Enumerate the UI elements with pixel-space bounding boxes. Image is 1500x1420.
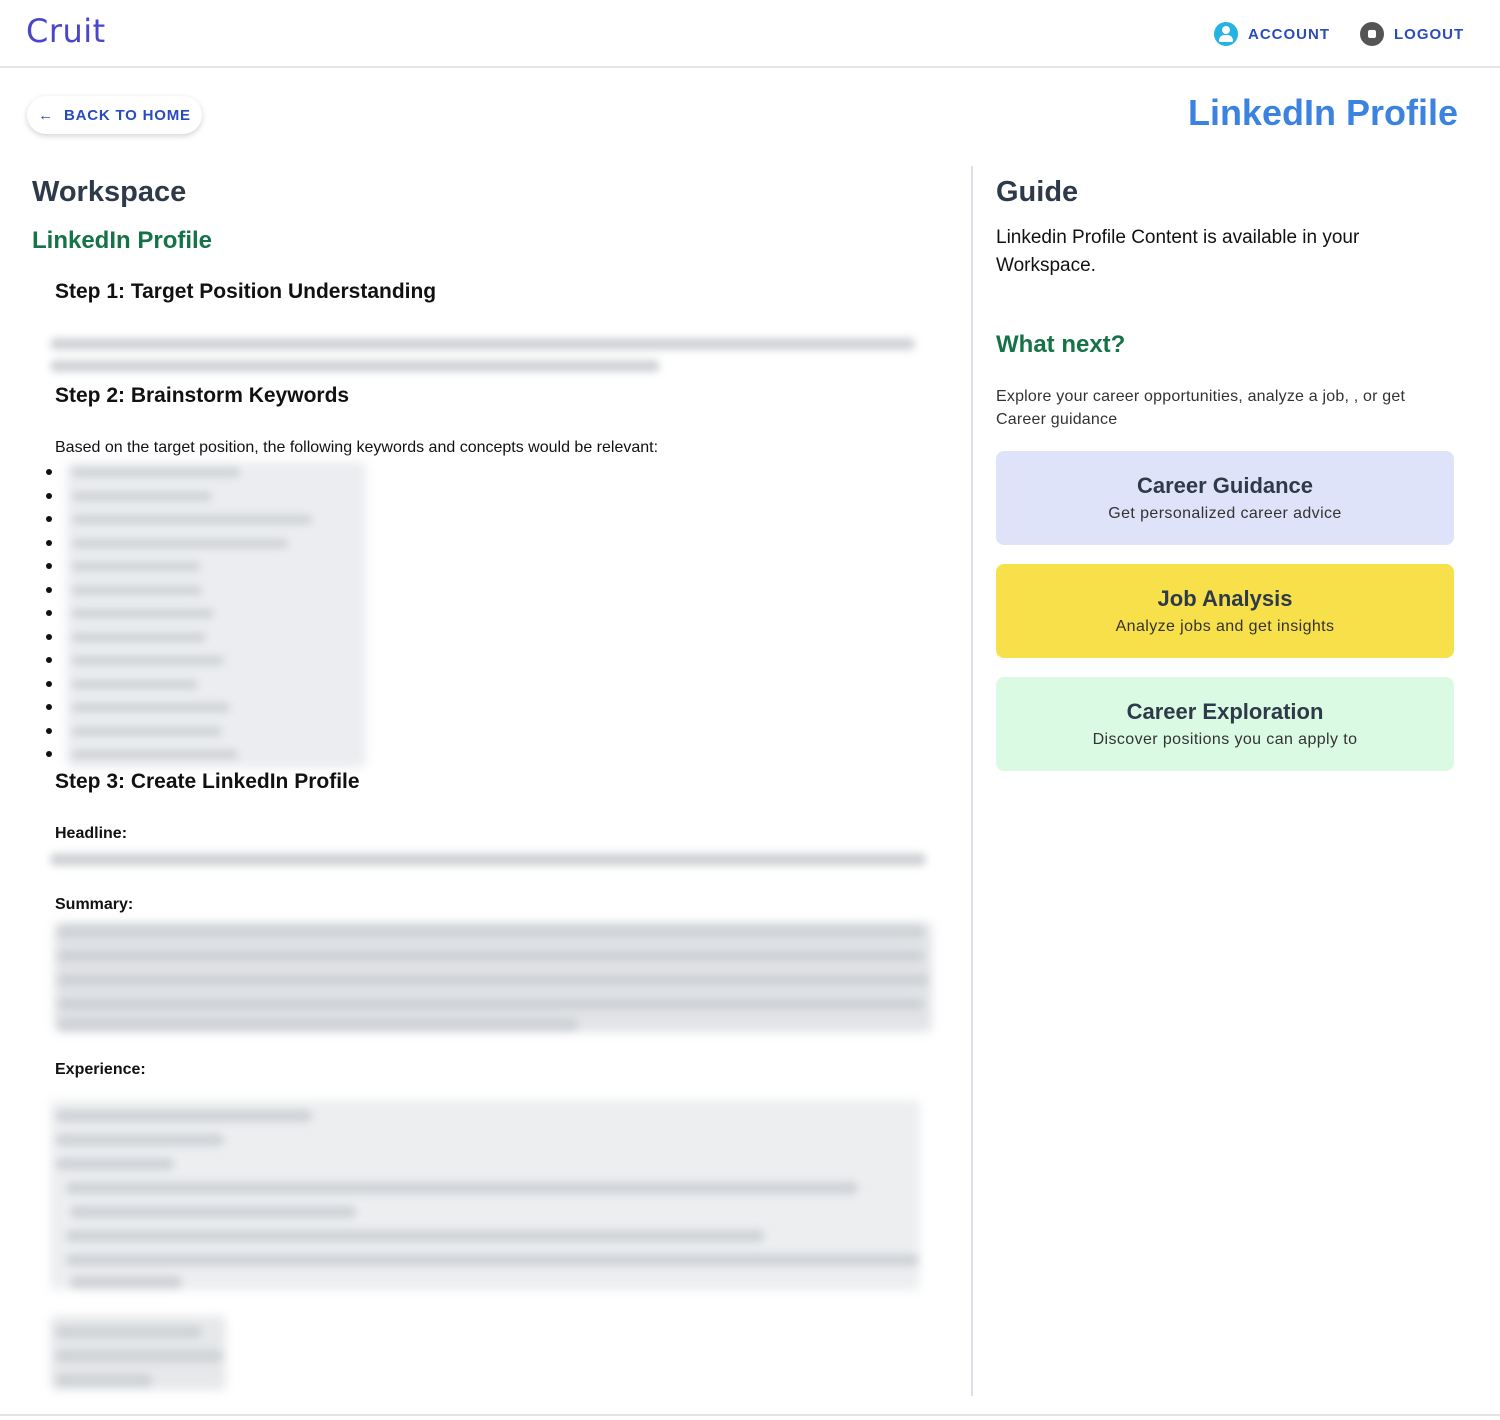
- blurred-content: [72, 492, 212, 501]
- account-icon: [1214, 22, 1238, 46]
- blurred-content: [66, 1182, 858, 1194]
- what-next-heading: What next?: [996, 331, 1126, 358]
- headline-label: Headline:: [55, 825, 128, 842]
- blurred-content: [56, 1350, 222, 1362]
- page-title: LinkedIn Profile: [1187, 92, 1458, 133]
- blurred-content: [56, 1110, 312, 1122]
- explore-text: Explore your career opportunities, analy…: [996, 388, 1406, 428]
- back-to-home-label: BACK TO HOME: [63, 106, 191, 124]
- list-item: [46, 610, 52, 616]
- career-guidance-card[interactable]: Career Guidance Get personalized career …: [996, 451, 1454, 545]
- blurred-headline: [50, 853, 926, 866]
- list-item: [46, 657, 52, 663]
- blurred-content: [56, 1326, 202, 1338]
- blurred-content: [50, 338, 915, 350]
- card-subtitle: Analyze jobs and get insights: [1115, 618, 1335, 635]
- list-item: [46, 634, 52, 640]
- guide-title: Guide: [996, 176, 1079, 208]
- account-label: ACCOUNT: [1248, 25, 1330, 43]
- list-item: [46, 516, 52, 522]
- list-item: [46, 469, 52, 475]
- blurred-content: [50, 360, 660, 372]
- account-button[interactable]: ACCOUNT: [1214, 20, 1330, 48]
- blurred-content: [72, 515, 312, 524]
- top-bar: Cruit ACCOUNT LOGOUT: [0, 0, 1500, 68]
- logout-icon: [1360, 22, 1384, 46]
- workspace-subtitle: LinkedIn Profile: [32, 227, 213, 254]
- blurred-content: [72, 750, 238, 759]
- workspace-title: Workspace: [32, 176, 187, 208]
- list-item: [46, 493, 52, 499]
- page-bottom-border: [0, 1414, 1500, 1416]
- step3-heading: Step 3: Create LinkedIn Profile: [55, 770, 360, 793]
- card-subtitle: Get personalized career advice: [1108, 505, 1342, 522]
- list-item: [46, 587, 52, 593]
- app-logo[interactable]: Cruit: [26, 12, 106, 50]
- blurred-content: [72, 586, 202, 595]
- blurred-content: [72, 633, 206, 642]
- blurred-content: [72, 609, 214, 618]
- list-item: [46, 681, 52, 687]
- blurred-content: [72, 539, 288, 548]
- logout-button[interactable]: LOGOUT: [1360, 20, 1464, 48]
- step1-heading: Step 1: Target Position Understanding: [55, 280, 437, 303]
- blurred-content: [72, 703, 230, 712]
- blurred-content: [72, 680, 198, 689]
- blurred-content: [56, 1134, 224, 1146]
- card-title: Career Guidance: [1136, 473, 1314, 498]
- list-item: [46, 563, 52, 569]
- list-item: [46, 751, 52, 757]
- blurred-content: [70, 1276, 182, 1288]
- blurred-content: [66, 1230, 764, 1242]
- card-title: Career Exploration: [1126, 699, 1324, 724]
- career-exploration-card[interactable]: Career Exploration Discover positions yo…: [996, 677, 1454, 771]
- blurred-content: [58, 950, 924, 962]
- card-title: Job Analysis: [1157, 586, 1293, 611]
- blurred-content: [58, 998, 924, 1010]
- card-subtitle: Discover positions you can apply to: [1092, 731, 1358, 748]
- logout-label: LOGOUT: [1394, 25, 1465, 43]
- step2-heading: Step 2: Brainstorm Keywords: [55, 384, 350, 407]
- guide-text: Linkedin Profile Content is available in…: [996, 227, 1360, 276]
- blurred-content: [72, 727, 222, 736]
- column-divider: [971, 166, 973, 1396]
- blurred-content: [66, 1254, 918, 1266]
- back-to-home-button[interactable]: ← BACK TO HOME: [27, 96, 202, 134]
- blurred-content: [58, 974, 928, 986]
- list-item: [46, 704, 52, 710]
- experience-label: Experience:: [55, 1061, 146, 1078]
- blurred-content: [72, 468, 240, 477]
- blurred-content: [72, 656, 224, 665]
- blurred-content: [70, 1206, 356, 1218]
- keywords-intro: Based on the target position, the follow…: [55, 439, 659, 456]
- blurred-content: [58, 926, 924, 938]
- blurred-content: [56, 1374, 152, 1386]
- blurred-content: [56, 1158, 174, 1170]
- blurred-content: [58, 1018, 578, 1030]
- arrow-left-icon: ←: [38, 106, 54, 124]
- list-item: [46, 540, 52, 546]
- summary-label: Summary:: [55, 896, 134, 913]
- job-analysis-card[interactable]: Job Analysis Analyze jobs and get insigh…: [996, 564, 1454, 658]
- blurred-content: [72, 562, 200, 571]
- list-item: [46, 728, 52, 734]
